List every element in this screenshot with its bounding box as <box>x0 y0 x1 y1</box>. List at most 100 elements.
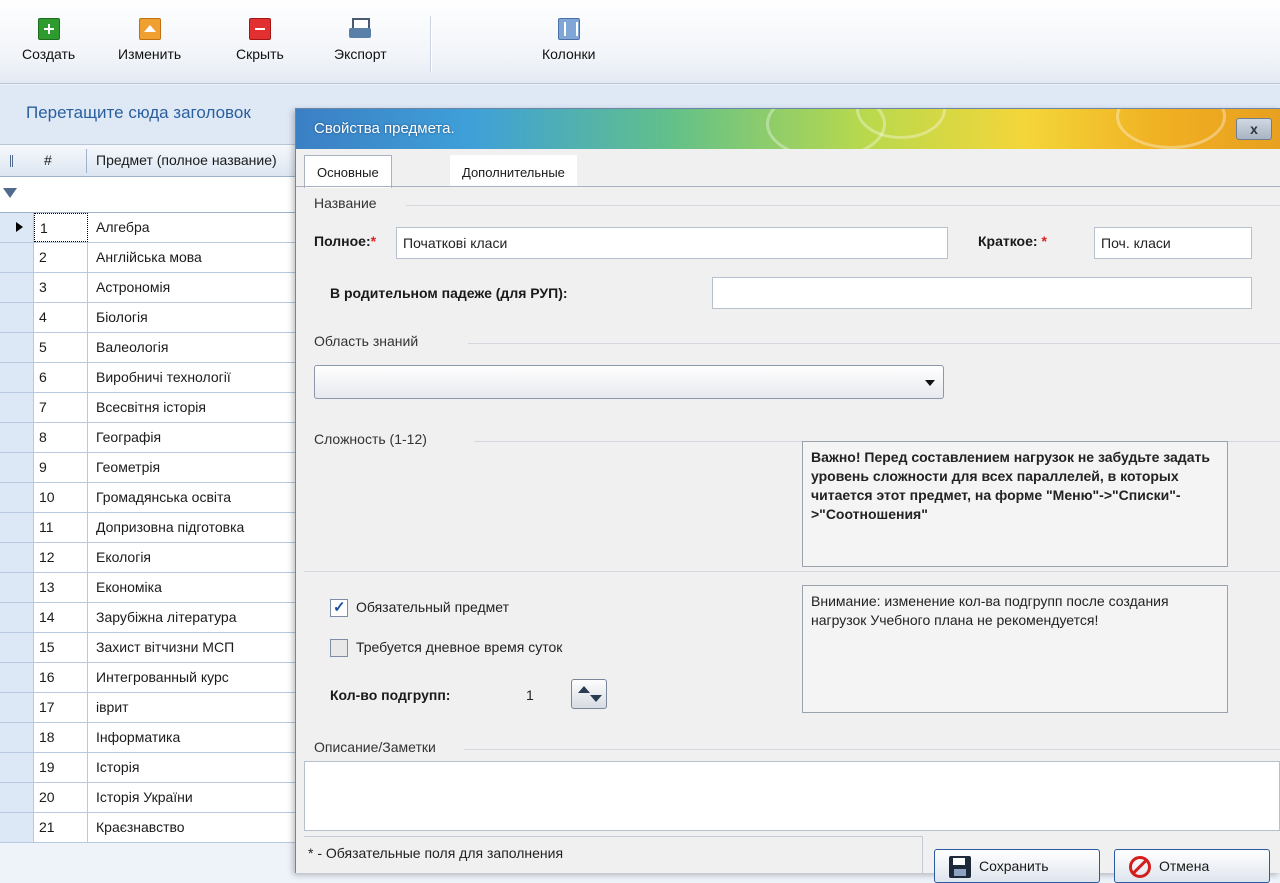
tab-additional[interactable]: Дополнительные <box>450 155 577 187</box>
table-row[interactable]: 8 Географія <box>0 423 300 453</box>
row-selector[interactable] <box>0 783 34 812</box>
table-row[interactable]: 4 Біологія <box>0 303 300 333</box>
row-selector[interactable] <box>0 333 34 362</box>
table-row[interactable]: 12 Екологія <box>0 543 300 573</box>
table-row[interactable]: 11 Допризовна підготовка <box>0 513 300 543</box>
cancel-button[interactable]: Отмена <box>1114 849 1270 883</box>
printer-icon <box>349 18 372 40</box>
column-divider[interactable] <box>86 149 87 173</box>
column-header-subject[interactable]: Предмет (полное название) <box>96 152 277 168</box>
row-selector[interactable] <box>0 393 34 422</box>
section-knowledge-area: Область знаний <box>314 333 419 349</box>
notes-textarea[interactable] <box>304 761 1280 831</box>
columns-button-label: Колонки <box>542 46 596 62</box>
short-name-input[interactable] <box>1094 227 1252 259</box>
table-row[interactable]: 21 Краєзнавство <box>0 813 300 843</box>
row-selector[interactable] <box>0 543 34 572</box>
full-name-label: Полное:* <box>314 233 377 249</box>
create-button[interactable]: Создать <box>22 18 75 62</box>
row-selector[interactable] <box>0 753 34 782</box>
subgroups-input[interactable] <box>520 679 566 711</box>
row-selector[interactable] <box>0 303 34 332</box>
table-row[interactable]: 2 Англійська мова <box>0 243 300 273</box>
close-button[interactable]: x <box>1236 118 1272 140</box>
daytime-checkbox-row[interactable]: Требуется дневное время суток <box>330 639 562 658</box>
row-subject-name: Виробничі технології <box>96 369 231 385</box>
columns-icon <box>557 18 580 40</box>
filter-icon[interactable] <box>3 188 17 198</box>
section-rule <box>406 205 1280 206</box>
hide-button[interactable]: Скрыть <box>236 18 284 62</box>
table-row[interactable]: 6 Виробничі технології <box>0 363 300 393</box>
row-number: 1 <box>34 213 88 242</box>
row-selector[interactable] <box>0 483 34 512</box>
daytime-checkbox[interactable] <box>330 639 348 658</box>
table-row[interactable]: 5 Валеологія <box>0 333 300 363</box>
table-row[interactable]: 9 Геометрія <box>0 453 300 483</box>
export-button[interactable]: Экспорт <box>334 18 387 62</box>
table-row[interactable]: 3 Астрономія <box>0 273 300 303</box>
row-selector[interactable] <box>0 633 34 662</box>
table-row[interactable]: 19 Історія <box>0 753 300 783</box>
row-selector[interactable] <box>0 423 34 452</box>
grid-body: 1 Алгебра 2 Англійська мова 3 Астрономія 4 Біол… <box>0 213 300 843</box>
table-row[interactable]: 18 Інформатика <box>0 723 300 753</box>
dialog-titlebar[interactable]: Свойства предмета. x <box>296 109 1280 149</box>
columns-button[interactable]: Колонки <box>542 18 595 62</box>
save-button[interactable]: Сохранить <box>934 849 1100 883</box>
tab-basic[interactable]: Основные <box>304 155 392 188</box>
mandatory-checkbox-row[interactable]: Обязательный предмет <box>330 598 509 618</box>
row-number: 18 <box>34 723 88 752</box>
row-number: 17 <box>34 693 88 722</box>
row-selector[interactable] <box>0 663 34 692</box>
genitive-input[interactable] <box>712 277 1252 309</box>
row-number: 11 <box>34 513 88 542</box>
row-subject-name: Історія України <box>96 789 193 805</box>
table-row[interactable]: 16 Интегрованный курс <box>0 663 300 693</box>
row-selector[interactable] <box>0 273 34 302</box>
toolbar: Создать Изменить Скрыть Экспорт Колонки <box>0 0 1280 84</box>
edit-button[interactable]: Изменить <box>118 18 181 62</box>
row-selector[interactable] <box>0 723 34 752</box>
row-number: 9 <box>34 453 88 482</box>
cancel-button-label: Отмена <box>1159 858 1210 874</box>
row-selector[interactable] <box>0 213 34 242</box>
short-name-label: Краткое: * <box>978 233 1047 249</box>
subgroups-stepper[interactable] <box>571 679 607 709</box>
table-row[interactable]: 7 Всесвітня історія <box>0 393 300 423</box>
column-chooser-icon[interactable] <box>10 155 22 167</box>
column-header-num[interactable]: # <box>44 152 52 168</box>
grid-filter-row[interactable] <box>0 177 300 213</box>
hide-button-label: Скрыть <box>236 46 284 62</box>
knowledge-area-select[interactable] <box>314 365 944 399</box>
section-rule <box>304 571 1280 572</box>
row-subject-name: Интегрованный курс <box>96 669 229 685</box>
table-row[interactable]: 15 Захист вітчизни МСП <box>0 633 300 663</box>
table-row[interactable]: 10 Громадянська освіта <box>0 483 300 513</box>
table-row[interactable]: 1 Алгебра <box>0 213 300 243</box>
row-selector[interactable] <box>0 693 34 722</box>
row-selector[interactable] <box>0 453 34 482</box>
row-subject-name: Захист вітчизни МСП <box>96 639 235 655</box>
table-row[interactable]: 17 іврит <box>0 693 300 723</box>
row-subject-name: Краєзнавство <box>96 819 185 835</box>
full-name-input[interactable] <box>396 227 948 259</box>
row-subject-name: Біологія <box>96 309 148 325</box>
row-number: 16 <box>34 663 88 692</box>
table-row[interactable]: 13 Економіка <box>0 573 300 603</box>
row-number: 20 <box>34 783 88 812</box>
mandatory-checkbox[interactable] <box>330 598 348 618</box>
tab-underline <box>296 186 1280 187</box>
row-selector[interactable] <box>0 573 34 602</box>
table-row[interactable]: 20 Історія України <box>0 783 300 813</box>
row-selector[interactable] <box>0 813 34 842</box>
row-selector[interactable] <box>0 513 34 542</box>
row-selector[interactable] <box>0 603 34 632</box>
table-row[interactable]: 14 Зарубіжна література <box>0 603 300 633</box>
row-selector[interactable] <box>0 243 34 272</box>
row-number: 6 <box>34 363 88 392</box>
row-selector[interactable] <box>0 363 34 392</box>
row-subject-name: Допризовна підготовка <box>96 519 245 535</box>
row-subject-name: Громадянська освіта <box>96 489 232 505</box>
row-number: 19 <box>34 753 88 782</box>
